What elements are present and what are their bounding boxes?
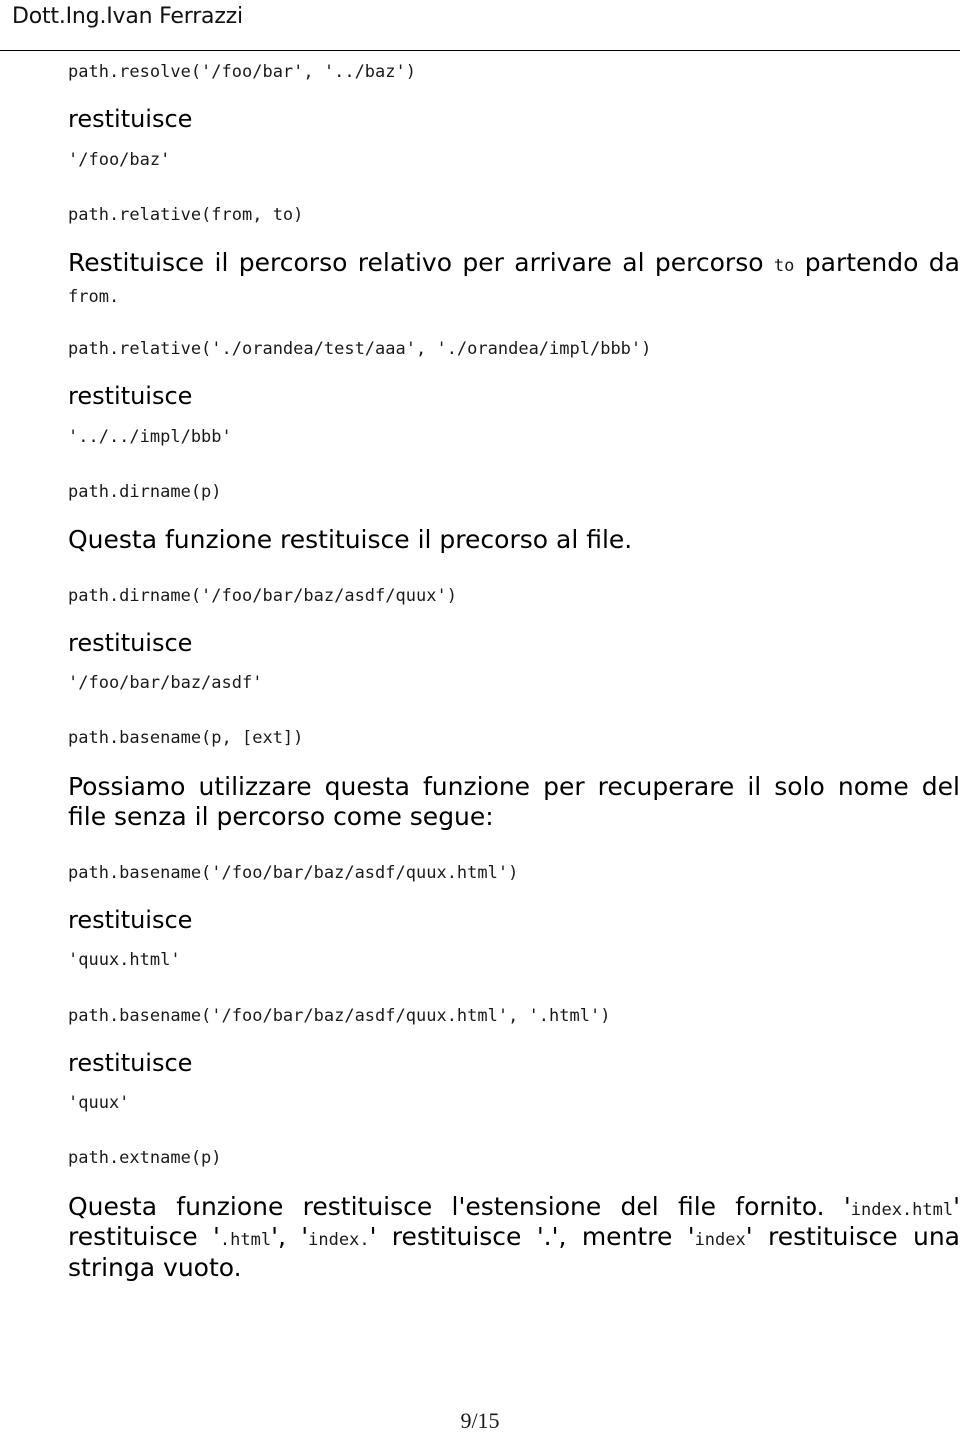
code-dirname-example-signature: path.dirname('/foo/bar/baz/asdf/quux')	[68, 585, 457, 606]
relative-desc-text-1: Restituisce il percorso relativo per arr…	[68, 248, 774, 278]
extname-quote-2-open: '	[213, 1222, 220, 1252]
page-number: 9/15	[460, 1408, 500, 1433]
extname-code-index-html: index.html	[850, 1199, 954, 1220]
page-footer: 9/15	[0, 1408, 960, 1434]
extname-text-5: , mentre	[558, 1222, 688, 1252]
extname-quote-5-close: '	[745, 1222, 753, 1252]
extname-quote-1-open: '	[843, 1191, 851, 1221]
code-basename-example2-signature: path.basename('/foo/bar/baz/asdf/quux.ht…	[68, 1005, 611, 1026]
paragraph-relative-description: Restituisce il percorso relativo per arr…	[68, 248, 960, 309]
code-extname-signature: path.extname(p)	[68, 1148, 222, 1169]
extname-text-1: Questa funzione restituisce l'estensione…	[68, 1191, 844, 1221]
code-dirname-signature: path.dirname(p)	[68, 481, 222, 502]
extname-code-index-dot: index.	[308, 1230, 370, 1251]
extname-quote-4: '.'	[536, 1222, 559, 1252]
relative-desc-text-3: .	[108, 286, 120, 307]
paragraph-dirname-description: Questa funzione restituisce il precorso …	[68, 525, 633, 555]
paragraph-basename-description: Possiamo utilizzare questa funzione per …	[68, 771, 960, 832]
relative-desc-code-from: from	[68, 286, 109, 307]
extname-quote-2-close: '	[271, 1222, 278, 1252]
extname-text-4: restituisce	[376, 1222, 537, 1252]
code-relative-example-result: '../../impl/bbb'	[68, 426, 232, 447]
paragraph-extname-description: Questa funzione restituisce l'estensione…	[68, 1192, 960, 1284]
extname-quote-1-close: '	[953, 1191, 960, 1221]
code-relative-signature: path.relative(from, to)	[68, 204, 304, 225]
returns-label-basename-2: restituisce	[68, 1048, 193, 1077]
returns-label-basename-1: restituisce	[68, 905, 193, 934]
returns-label-relative: restituisce	[68, 382, 193, 411]
relative-desc-code-to: to	[773, 256, 795, 277]
page-header-divider	[0, 50, 960, 51]
code-basename-example1-signature: path.basename('/foo/bar/baz/asdf/quux.ht…	[68, 862, 519, 883]
page-header: Dott.Ing.Ivan Ferrazzi	[0, 0, 960, 56]
code-relative-example-signature: path.relative('./orandea/test/aaa', './o…	[68, 339, 652, 360]
extname-text-2: restituisce	[68, 1222, 213, 1252]
returns-label-dirname: restituisce	[68, 628, 193, 657]
code-basename-example1-result: 'quux.html'	[68, 950, 181, 971]
page-header-title: Dott.Ing.Ivan Ferrazzi	[12, 4, 243, 29]
relative-desc-text-2: partendo da	[794, 248, 960, 278]
code-resolve-example-signature: path.resolve('/foo/bar', '../baz')	[68, 62, 416, 82]
code-dirname-example-result: '/foo/bar/baz/asdf'	[68, 673, 263, 694]
extname-code-dot-html: .html	[219, 1230, 272, 1251]
extname-code-index: index	[694, 1230, 746, 1251]
code-resolve-example-result: '/foo/baz'	[68, 149, 171, 170]
document-content: path.resolve('/foo/bar', '../baz') resti…	[68, 62, 960, 1313]
extname-quote-5-open: '	[687, 1222, 695, 1252]
returns-label-resolve: restituisce	[68, 105, 193, 134]
extname-text-3: ,	[277, 1222, 302, 1252]
code-basename-signature: path.basename(p, [ext])	[68, 728, 304, 749]
code-basename-example2-result: 'quux'	[68, 1093, 130, 1114]
